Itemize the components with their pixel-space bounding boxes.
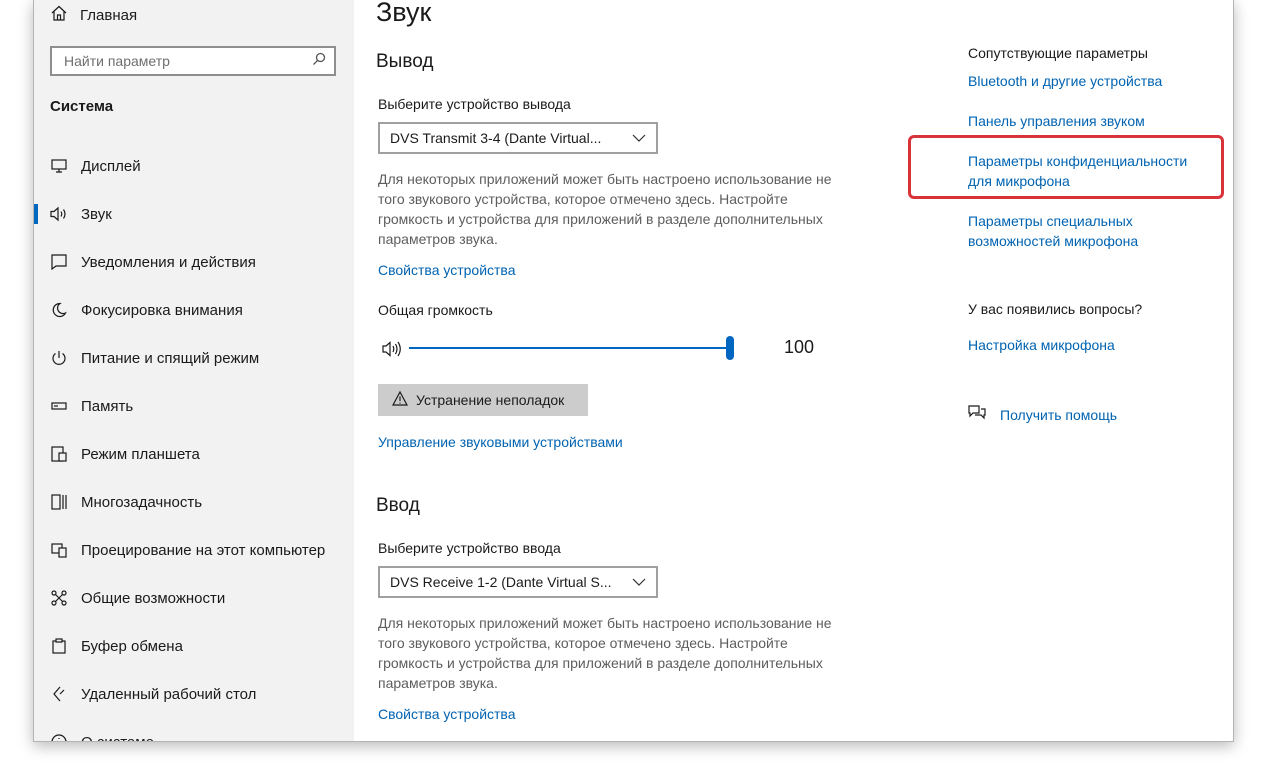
sidebar-item-storage[interactable]: Память [34, 382, 354, 430]
sidebar-item-clipboard[interactable]: Буфер обмена [34, 622, 354, 670]
search-icon[interactable] [312, 52, 326, 71]
multitasking-icon [50, 493, 68, 511]
input-heading: Ввод [376, 495, 420, 516]
bluetooth-devices-link[interactable]: Bluetooth и другие устройства [968, 71, 1218, 91]
sidebar-item-label: Буфер обмена [81, 637, 183, 655]
home-icon [50, 4, 68, 26]
sidebar-nav: Дисплей Звук Уведомления и действия Фоку… [34, 142, 354, 742]
sidebar-item-label: Удаленный рабочий стол [81, 685, 257, 703]
get-help-link[interactable]: Получить помощь [1000, 407, 1117, 423]
sidebar-item-label: Фокусировка внимания [81, 301, 243, 319]
sidebar-item-multitasking[interactable]: Многозадачность [34, 478, 354, 526]
sound-control-panel-link[interactable]: Панель управления звуком [968, 111, 1218, 131]
highlight-frame [908, 135, 1224, 199]
search-box[interactable] [50, 46, 336, 76]
master-volume-slider[interactable] [378, 336, 818, 362]
master-volume-label: Общая громкость [378, 302, 493, 318]
sidebar-item-sound[interactable]: Звук [34, 190, 354, 238]
sidebar-item-focus-assist[interactable]: Фокусировка внимания [34, 286, 354, 334]
related-settings-heading: Сопутствующие параметры [968, 45, 1148, 61]
sidebar: Главная Система Дисплей Звук [34, 0, 354, 741]
notifications-icon [50, 253, 68, 271]
sidebar-item-projecting[interactable]: Проецирование на этот компьютер [34, 526, 354, 574]
search-input[interactable] [62, 52, 306, 70]
slider-track [409, 347, 730, 349]
display-icon [50, 157, 68, 175]
sidebar-item-about[interactable]: О системе [34, 718, 354, 742]
microphone-accessibility-link[interactable]: Параметры специальных возможностей микро… [968, 211, 1168, 251]
microphone-setup-link[interactable]: Настройка микрофона [968, 335, 1218, 355]
page-title: Звук [376, 0, 432, 27]
storage-icon [50, 397, 68, 415]
clipboard-icon [50, 637, 68, 655]
home-label: Главная [80, 6, 138, 24]
sidebar-item-label: Память [81, 397, 134, 415]
sidebar-item-label: Уведомления и действия [81, 253, 256, 271]
remote-desktop-icon [50, 685, 68, 703]
sidebar-item-label: Проецирование на этот компьютер [81, 541, 326, 559]
slider-thumb[interactable] [726, 336, 734, 360]
sidebar-item-tablet-mode[interactable]: Режим планшета [34, 430, 354, 478]
input-device-dropdown[interactable]: DVS Receive 1-2 (Dante Virtual S... [378, 566, 658, 598]
sidebar-item-label: Питание и спящий режим [81, 349, 260, 367]
power-icon [50, 349, 68, 367]
speaker-icon[interactable] [382, 340, 404, 363]
chevron-down-icon [632, 131, 646, 145]
input-device-properties-link[interactable]: Свойства устройства [378, 706, 516, 722]
sidebar-item-power[interactable]: Питание и спящий режим [34, 334, 354, 382]
troubleshoot-label: Устранение неполадок [416, 392, 565, 408]
output-device-value: DVS Transmit 3-4 (Dante Virtual... [390, 130, 602, 146]
sidebar-item-label: Многозадачность [81, 493, 203, 511]
shared-experiences-icon [50, 589, 68, 607]
output-device-properties-link[interactable]: Свойства устройства [378, 262, 516, 278]
input-device-value: DVS Receive 1-2 (Dante Virtual S... [390, 574, 612, 590]
troubleshoot-button[interactable]: Устранение неполадок [378, 384, 588, 416]
warning-icon [391, 390, 409, 409]
input-device-label: Выберите устройство ввода [378, 540, 561, 556]
sidebar-item-shared-experiences[interactable]: Общие возможности [34, 574, 354, 622]
sidebar-item-remote-desktop[interactable]: Удаленный рабочий стол [34, 670, 354, 718]
manage-sound-devices-link[interactable]: Управление звуковыми устройствами [378, 434, 623, 450]
help-chat-icon [968, 404, 986, 425]
get-help-row[interactable]: Получить помощь [968, 404, 1117, 425]
sidebar-item-label: Дисплей [81, 157, 141, 175]
tablet-icon [50, 445, 68, 463]
home-link[interactable]: Главная [50, 2, 137, 28]
projecting-icon [50, 541, 68, 559]
questions-heading: У вас появились вопросы? [968, 301, 1143, 317]
sidebar-item-label: Режим планшета [81, 445, 200, 463]
sidebar-item-notifications[interactable]: Уведомления и действия [34, 238, 354, 286]
sidebar-item-display[interactable]: Дисплей [34, 142, 354, 190]
output-description: Для некоторых приложений может быть наст… [378, 171, 832, 247]
moon-icon [50, 301, 68, 319]
output-heading: Вывод [376, 51, 434, 72]
section-title: Система [50, 98, 114, 115]
sidebar-item-label: Общие возможности [81, 589, 226, 607]
input-description: Для некоторых приложений может быть наст… [378, 615, 832, 691]
speaker-icon [50, 205, 68, 223]
info-icon [50, 733, 68, 741]
volume-value: 100 [784, 337, 815, 357]
sidebar-item-label: Звук [81, 205, 112, 223]
sidebar-item-label: О системе [81, 733, 154, 742]
main-content: Звук Вывод Выберите устройство вывода DV… [354, 0, 1233, 741]
settings-window: Главная Система Дисплей Звук [33, 0, 1234, 742]
output-device-label: Выберите устройство вывода [378, 96, 571, 112]
chevron-down-icon [632, 575, 646, 589]
output-device-dropdown[interactable]: DVS Transmit 3-4 (Dante Virtual... [378, 122, 658, 154]
